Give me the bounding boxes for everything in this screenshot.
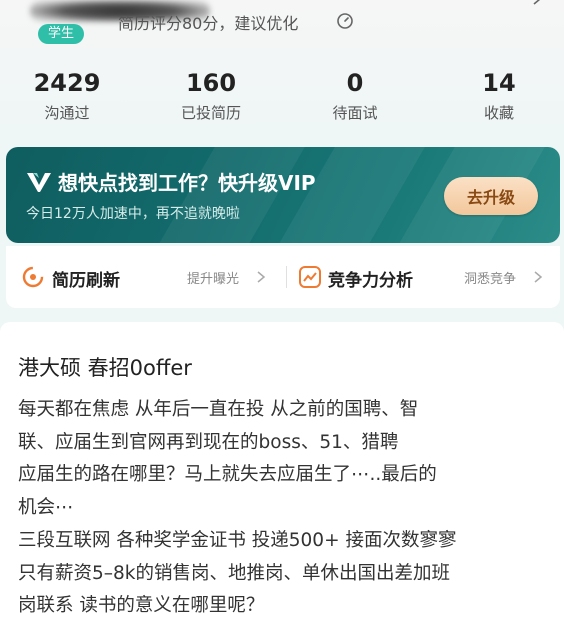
competitiveness-hint[interactable]: 洞悉竞争 (464, 268, 516, 287)
resume-score-text[interactable]: 简历评分80分，建议优化 (118, 10, 298, 34)
stat-communicated[interactable]: 2429 沟通过 (12, 68, 122, 123)
stat-label: 待面试 (332, 104, 378, 122)
resume-refresh-hint[interactable]: 提升曝光 (187, 268, 239, 287)
divider (286, 266, 287, 288)
stat-label: 已投简历 (180, 104, 241, 122)
stat-applied[interactable]: 160 已投简历 (156, 68, 266, 123)
stat-label: 沟通过 (44, 104, 90, 122)
stat-favorites[interactable]: 14 收藏 (444, 68, 554, 123)
post-line: 每天都在焦虑 从年后一直在投 从之前的国聘、智 (18, 399, 419, 420)
post-card[interactable]: 港大硕 春招0offer 每天都在焦虑 从年后一直在投 从之前的国聘、智 联、应… (0, 322, 564, 632)
gauge-icon[interactable] (336, 12, 354, 30)
vip-logo-icon (27, 173, 51, 192)
stat-value: 14 (482, 69, 516, 97)
stat-value: 2429 (33, 69, 101, 97)
post-line: 只有薪资5–8k的销售岗、地推岗、单休出国出差加班 (18, 562, 451, 584)
post-line: 三段互联网 各种奖学金证书 投递500+ 接面次数寥寥 (18, 529, 457, 551)
upgrade-button[interactable]: 去升级 (444, 177, 538, 215)
stat-interviews[interactable]: 0 待面试 (300, 68, 410, 123)
post-line: 机会⋯ (18, 497, 74, 519)
post-line: 联、应届生到官网再到现在的boss、51、猎聘 (18, 431, 399, 453)
post-line: 应届生的路在哪里？马上就失去应届生了⋯..最后的 (18, 464, 437, 486)
post-line: 岗联系 读书的意义在哪里呢？ (18, 595, 265, 617)
post-body[interactable]: 每天都在焦虑 从年后一直在投 从之前的国聘、智 联、应届生到官网再到现在的bos… (18, 394, 548, 623)
refresh-icon (22, 266, 44, 288)
chart-icon (299, 266, 321, 288)
stat-value: 160 (185, 69, 237, 97)
vip-subtitle: 今日12万人加速中，再不追就晚啦 (26, 206, 240, 222)
vip-title: 想快点找到工作？快升级VIP (58, 171, 316, 195)
chevron-right-icon[interactable] (530, 0, 544, 6)
post-title[interactable]: 港大硕 春招0offer (18, 352, 192, 382)
competitiveness-label[interactable]: 竞争力分析 (328, 266, 413, 291)
stat-label: 收藏 (483, 104, 514, 122)
student-badge: 学生 (38, 24, 84, 44)
vip-banner[interactable]: 想快点找到工作？快升级VIP 今日12万人加速中，再不追就晚啦 去升级 (6, 147, 560, 243)
resume-refresh-label[interactable]: 简历刷新 (52, 266, 120, 291)
chevron-right-icon[interactable] (256, 271, 266, 283)
feature-row: 简历刷新 提升曝光 竞争力分析 洞悉竞争 (6, 246, 560, 308)
stat-value: 0 (346, 69, 364, 97)
chevron-right-icon[interactable] (533, 271, 543, 283)
